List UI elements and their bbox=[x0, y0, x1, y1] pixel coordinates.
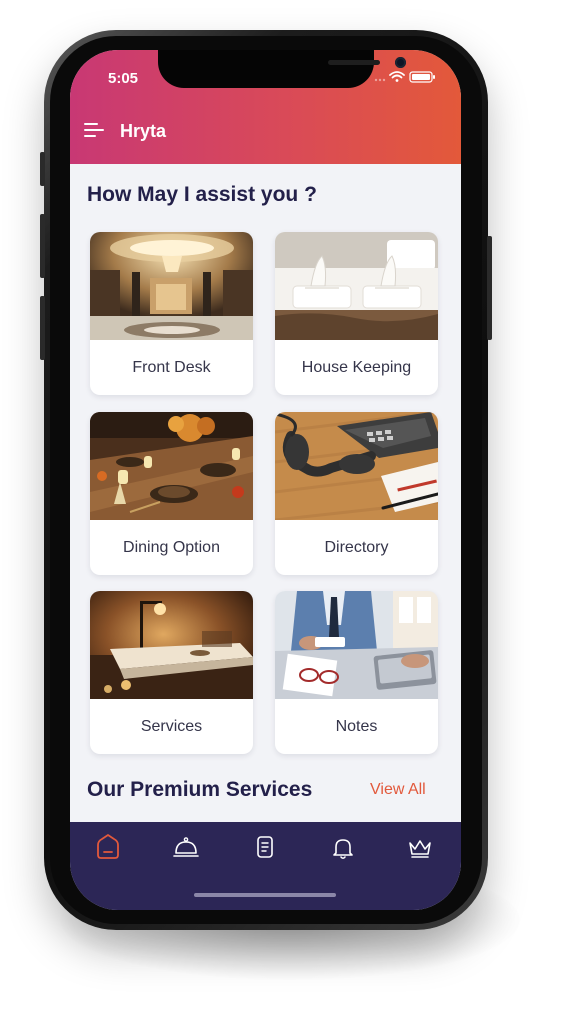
volume-down-button bbox=[40, 296, 45, 360]
speaker-grille bbox=[328, 60, 380, 65]
person-laptop-notes-photo bbox=[275, 591, 438, 699]
status-time: 5:05 bbox=[108, 70, 139, 87]
card-label: Directory bbox=[324, 539, 389, 556]
dining-option-card[interactable]: Dining Option bbox=[90, 412, 253, 575]
crown-icon bbox=[409, 840, 431, 858]
power-button bbox=[487, 236, 492, 340]
nav-notifications[interactable] bbox=[323, 830, 363, 864]
nav-notes[interactable] bbox=[245, 830, 285, 864]
desk-telephone-photo bbox=[275, 412, 438, 520]
nav-home[interactable] bbox=[88, 830, 128, 864]
folded-towels-bed-photo bbox=[275, 232, 438, 340]
wifi-icon bbox=[389, 71, 405, 82]
spa-room-photo bbox=[90, 591, 253, 699]
services-card[interactable]: Services bbox=[90, 591, 253, 754]
app-header: 5:05 Hryta bbox=[70, 50, 461, 164]
house-keeping-card[interactable]: House Keeping bbox=[275, 232, 438, 395]
premium-services-title: Our Premium Services bbox=[87, 778, 313, 801]
notes-card[interactable]: Notes bbox=[275, 591, 438, 754]
app-screen: 5:05 Hryta How May I assist you ? Front … bbox=[70, 50, 461, 910]
card-label: Front Desk bbox=[132, 359, 211, 376]
app-title: Hryta bbox=[120, 121, 167, 141]
nav-premium[interactable] bbox=[400, 830, 440, 864]
card-label: Notes bbox=[335, 718, 378, 735]
bottom-nav bbox=[70, 822, 461, 910]
home-icon bbox=[97, 834, 119, 859]
dining-table-photo bbox=[90, 412, 253, 520]
main-content: How May I assist you ? Front Desk House … bbox=[70, 164, 461, 822]
front-desk-card[interactable]: Front Desk bbox=[90, 232, 253, 395]
front-camera bbox=[395, 57, 406, 68]
card-label: House Keeping bbox=[301, 359, 412, 376]
nav-room-service[interactable] bbox=[166, 830, 206, 864]
cellular-signal-icon bbox=[374, 78, 386, 82]
service-bell-icon bbox=[173, 837, 199, 857]
home-indicator bbox=[194, 893, 336, 897]
menu-icon[interactable] bbox=[84, 122, 106, 138]
notch bbox=[158, 50, 406, 88]
battery-icon bbox=[409, 71, 435, 83]
notification-bell-icon bbox=[333, 839, 353, 859]
card-label: Services bbox=[140, 718, 203, 735]
document-icon bbox=[257, 836, 273, 858]
volume-up-button bbox=[40, 214, 45, 278]
section-title: How May I assist you ? bbox=[87, 183, 317, 206]
view-all-link[interactable]: View All bbox=[370, 781, 426, 799]
hotel-lobby-photo bbox=[90, 232, 253, 340]
card-label: Dining Option bbox=[123, 539, 220, 556]
mute-switch bbox=[40, 152, 45, 186]
status-icons bbox=[370, 70, 440, 89]
directory-card[interactable]: Directory bbox=[275, 412, 438, 575]
